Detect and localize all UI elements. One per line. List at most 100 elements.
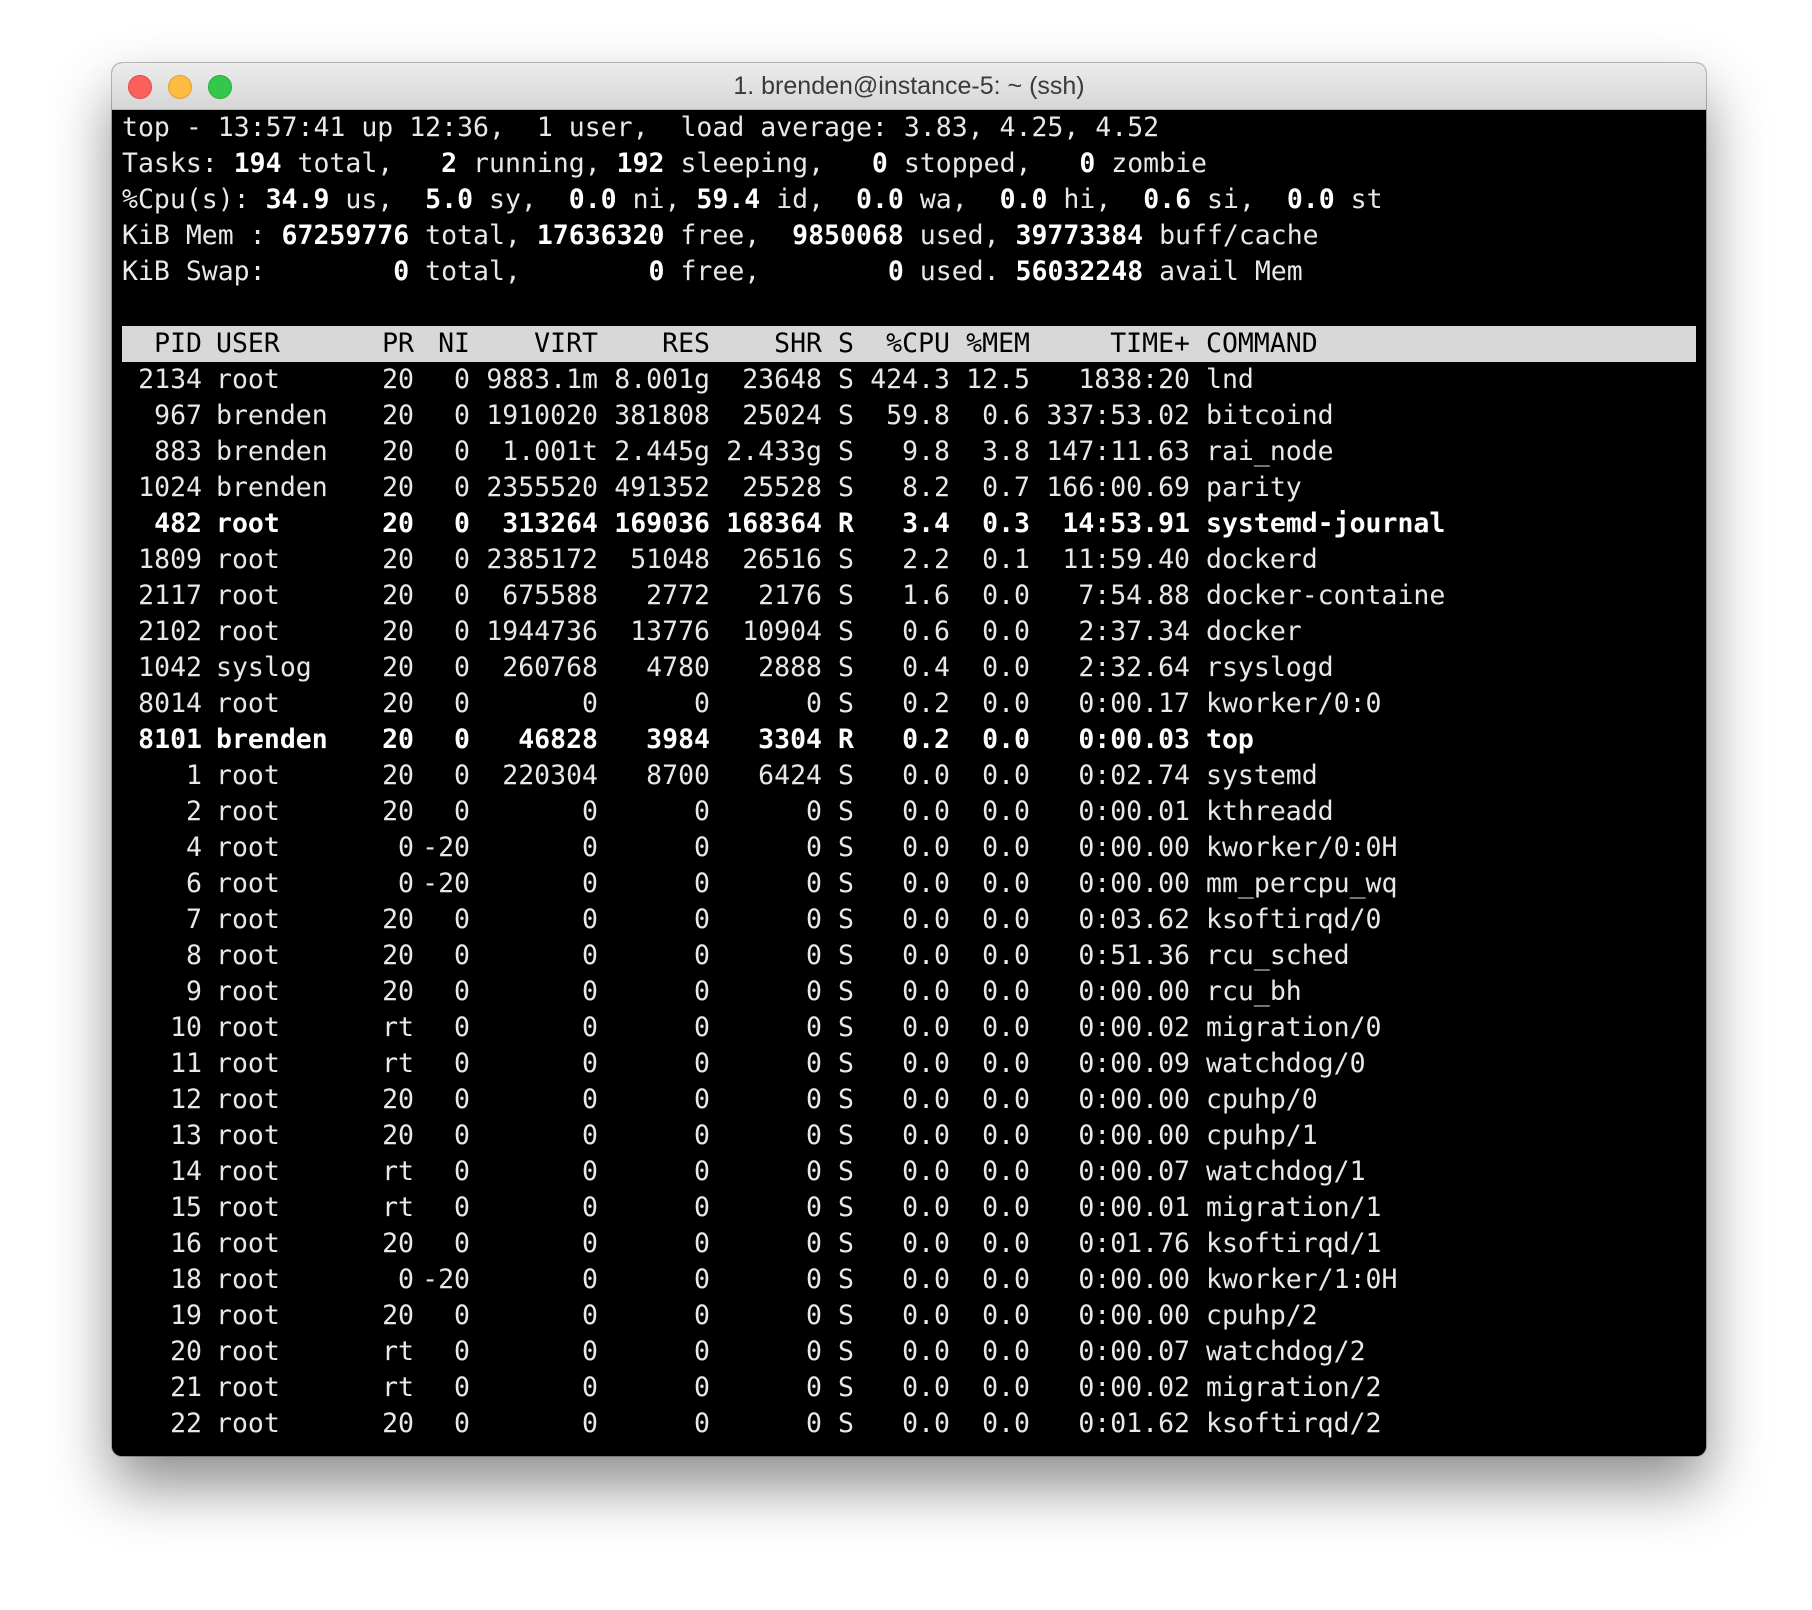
col-header-time[interactable]: TIME+ xyxy=(1030,326,1190,362)
process-row[interactable]: 22 root 20 0 0 0 0 S 0.0 0.0 0:01.62 ksoftirqd/2 xyxy=(122,1406,1706,1442)
process-row[interactable]: 2102 root 20 0 1944736 13776 10904 S 0.6 0.0 2:37.… xyxy=(122,614,1706,650)
process-row[interactable]: 1 root 20 0 220304 8700 6424 S 0.0 0.0 0:02.74 syst… xyxy=(122,758,1706,794)
col-header-cpu[interactable]: %CPU xyxy=(854,326,950,362)
process-row[interactable]: 7 root 20 0 0 0 0 S 0.0 0.0 0:03.62 ksoftirqd/0 xyxy=(122,902,1706,938)
process-state: S xyxy=(838,1372,854,1403)
col-header-s[interactable]: S xyxy=(822,326,854,362)
process-row[interactable]: 2134 root 20 0 9883.1m 8.001g 23648 S 424.3 12.5 1… xyxy=(122,362,1706,398)
process-priority: 20 xyxy=(382,904,414,935)
process-res: 2.445g xyxy=(614,436,710,467)
process-row[interactable]: 12 root 20 0 0 0 0 S 0.0 0.0 0:00.00 cpuhp/0 xyxy=(122,1082,1706,1118)
process-command: systemd-journal xyxy=(1206,508,1446,539)
process-row[interactable]: 9 root 20 0 0 0 0 S 0.0 0.0 0:00.00 rcu_bh xyxy=(122,974,1706,1010)
col-header-pid[interactable]: PID xyxy=(122,326,202,362)
process-res: 0 xyxy=(694,1192,710,1223)
title-bar[interactable]: 1. brenden@instance-5: ~ (ssh) xyxy=(112,63,1706,110)
process-row[interactable]: 16 root 20 0 0 0 0 S 0.0 0.0 0:01.76 ksoftirqd/1 xyxy=(122,1226,1706,1262)
process-pid: 1042 xyxy=(138,652,202,683)
process-row[interactable]: 19 root 20 0 0 0 0 S 0.0 0.0 0:00.00 cpuhp/2 xyxy=(122,1298,1706,1334)
process-user: root xyxy=(216,1192,280,1223)
process-shr: 0 xyxy=(806,1264,822,1295)
process-row[interactable]: 8014 root 20 0 0 0 0 S 0.2 0.0 0:00.17 kworker/0:0 xyxy=(122,686,1706,722)
col-header-shr[interactable]: SHR xyxy=(710,326,822,362)
process-row[interactable]: 21 root rt 0 0 0 0 S 0.0 0.0 0:00.02 migration/2 xyxy=(122,1370,1706,1406)
process-command: bitcoind xyxy=(1206,400,1334,431)
process-table-header[interactable]: PID USER PR NI VIRT RES SHR S %CPU %MEM … xyxy=(122,326,1696,362)
process-cpu: 0.0 xyxy=(902,1336,950,1367)
mem-free: 17636320 xyxy=(536,220,665,251)
process-time: 2:32.64 xyxy=(1078,652,1190,683)
mem-buff-cache: 39773384 xyxy=(1015,220,1144,251)
col-header-ni[interactable]: NI xyxy=(414,326,470,362)
process-virt: 0 xyxy=(582,1408,598,1439)
process-row[interactable]: 8 root 20 0 0 0 0 S 0.0 0.0 0:51.36 rcu_sched xyxy=(122,938,1706,974)
col-header-mem[interactable]: %MEM xyxy=(950,326,1030,362)
process-shr: 25024 xyxy=(742,400,822,431)
process-virt: 0 xyxy=(582,1228,598,1259)
process-mem: 0.0 xyxy=(982,652,1030,683)
col-header-command[interactable]: COMMAND xyxy=(1190,326,1318,362)
process-state: S xyxy=(838,1228,854,1259)
process-time: 147:11.63 xyxy=(1046,436,1190,467)
process-row[interactable]: 2 root 20 0 0 0 0 S 0.0 0.0 0:00.01 kthreadd xyxy=(122,794,1706,830)
process-row[interactable]: 2117 root 20 0 675588 2772 2176 S 1.6 0.0 7:54.88 d… xyxy=(122,578,1706,614)
process-command: watchdog/0 xyxy=(1206,1048,1366,1079)
process-time: 0:00.07 xyxy=(1078,1336,1190,1367)
process-cpu: 8.2 xyxy=(902,472,950,503)
process-command: kworker/0:0H xyxy=(1206,832,1398,863)
process-res: 0 xyxy=(694,1264,710,1295)
col-header-user[interactable]: USER xyxy=(202,326,322,362)
terminal-output[interactable]: top - 13:57:41 up 12:36, 1 user, load av… xyxy=(112,110,1706,1456)
process-row[interactable]: 11 root rt 0 0 0 0 S 0.0 0.0 0:00.09 watchdog/0 xyxy=(122,1046,1706,1082)
process-row[interactable]: 1042 syslog 20 0 260768 4780 2888 S 0.4 0.0 2:32.6… xyxy=(122,650,1706,686)
process-row[interactable]: 10 root rt 0 0 0 0 S 0.0 0.0 0:00.02 migration/0 xyxy=(122,1010,1706,1046)
process-nice: 0 xyxy=(454,1336,470,1367)
process-row[interactable]: 4 root 0 -20 0 0 0 S 0.0 0.0 0:00.00 kworker/0:0H xyxy=(122,830,1706,866)
process-nice: 0 xyxy=(454,436,470,467)
process-row[interactable]: 14 root rt 0 0 0 0 S 0.0 0.0 0:00.07 watchdog/1 xyxy=(122,1154,1706,1190)
process-priority: 20 xyxy=(382,940,414,971)
process-command: mm_percpu_wq xyxy=(1206,868,1398,899)
process-user: root xyxy=(216,796,280,827)
process-virt: 0 xyxy=(582,688,598,719)
process-cpu: 9.8 xyxy=(902,436,950,467)
process-row[interactable]: 1809 root 20 0 2385172 51048 26516 S 2.2 0.1 11:59… xyxy=(122,542,1706,578)
process-cpu: 424.3 xyxy=(870,364,950,395)
process-row[interactable]: 18 root 0 -20 0 0 0 S 0.0 0.0 0:00.00 kworker/1:0H xyxy=(122,1262,1706,1298)
process-cpu: 0.0 xyxy=(902,940,950,971)
process-row[interactable]: 13 root 20 0 0 0 0 S 0.0 0.0 0:00.00 cpuhp/1 xyxy=(122,1118,1706,1154)
process-priority: 20 xyxy=(382,400,414,431)
cpu-sy: 5.0 xyxy=(425,184,474,215)
process-command: kthreadd xyxy=(1206,796,1334,827)
process-cpu: 0.0 xyxy=(902,1012,950,1043)
process-state: R xyxy=(838,724,854,755)
process-row[interactable]: 967 brenden 20 0 1910020 381808 25024 S 59.8 0.6 3… xyxy=(122,398,1706,434)
process-pid: 18 xyxy=(170,1264,202,1295)
process-row[interactable]: 6 root 0 -20 0 0 0 S 0.0 0.0 0:00.00 mm_percpu_wq xyxy=(122,866,1706,902)
process-virt: 1.001t xyxy=(502,436,598,467)
col-header-virt[interactable]: VIRT xyxy=(470,326,598,362)
process-shr: 23648 xyxy=(742,364,822,395)
process-state: S xyxy=(838,1336,854,1367)
process-mem: 0.0 xyxy=(982,580,1030,611)
process-priority: 20 xyxy=(382,760,414,791)
process-mem: 0.0 xyxy=(982,1264,1030,1295)
process-row[interactable]: 15 root rt 0 0 0 0 S 0.0 0.0 0:00.01 migration/1 xyxy=(122,1190,1706,1226)
process-cpu: 0.4 xyxy=(902,652,950,683)
process-row[interactable]: 482 root 20 0 313264 169036 168364 R 3.4 0.3 14:53… xyxy=(122,506,1706,542)
col-header-pr[interactable]: PR xyxy=(322,326,414,362)
col-header-res[interactable]: RES xyxy=(598,326,710,362)
process-state: S xyxy=(838,400,854,431)
process-pid: 8014 xyxy=(138,688,202,719)
process-row[interactable]: 8101 brenden 20 0 46828 3984 3304 R 0.2 0.0 0:00.0… xyxy=(122,722,1706,758)
process-shr: 0 xyxy=(806,1336,822,1367)
process-user: root xyxy=(216,868,280,899)
process-virt: 9883.1m xyxy=(486,364,598,395)
process-priority: 20 xyxy=(382,1408,414,1439)
process-pid: 1809 xyxy=(138,544,202,575)
process-pid: 8 xyxy=(186,940,202,971)
process-state: S xyxy=(838,652,854,683)
process-row[interactable]: 883 brenden 20 0 1.001t 2.445g 2.433g S 9.8 3.8 14… xyxy=(122,434,1706,470)
process-row[interactable]: 20 root rt 0 0 0 0 S 0.0 0.0 0:00.07 watchdog/2 xyxy=(122,1334,1706,1370)
process-row[interactable]: 1024 brenden 20 0 2355520 491352 25528 S 8.2 0.7 1… xyxy=(122,470,1706,506)
